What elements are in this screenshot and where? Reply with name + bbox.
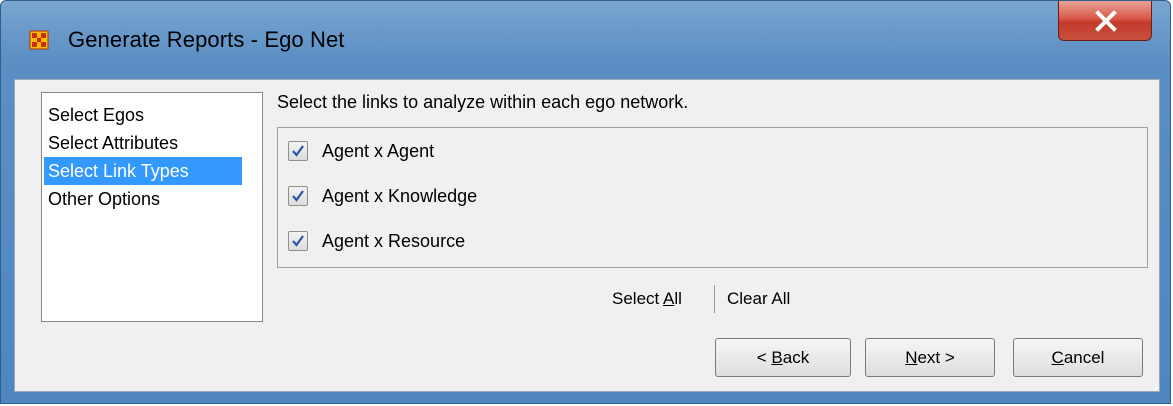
select-all-prefix: Select: [612, 289, 664, 308]
cancel-mnemonic: C: [1051, 348, 1064, 367]
close-icon: [1095, 10, 1117, 32]
back-mnemonic: B: [771, 348, 783, 367]
back-suffix: ack: [782, 348, 810, 367]
link-divider: [714, 285, 715, 313]
title-bar[interactable]: Generate Reports - Ego Net: [1, 1, 1170, 79]
link-option-agent-knowledge[interactable]: Agent x Knowledge: [288, 183, 477, 209]
clear-all-link[interactable]: Clear All: [727, 289, 790, 309]
link-option-label: Agent x Resource: [322, 230, 466, 251]
step-list: Select Egos Select Attributes Select Lin…: [41, 92, 263, 322]
dialog-window: Generate Reports - Ego Net Select Egos S…: [0, 0, 1171, 404]
next-suffix: ext >: [917, 348, 955, 367]
link-types-panel: Agent x Agent Agent x Knowledge Agent x …: [277, 127, 1148, 268]
link-option-agent-resource[interactable]: Agent x Resource: [288, 228, 465, 254]
step-item-select-link-types[interactable]: Select Link Types: [44, 157, 242, 185]
window-title: Generate Reports - Ego Net: [68, 27, 345, 52]
step-item-other-options[interactable]: Other Options: [42, 185, 262, 213]
step-item-select-egos[interactable]: Select Egos: [42, 101, 262, 129]
instruction-text: Select the links to analyze within each …: [277, 92, 689, 112]
next-mnemonic: N: [905, 348, 918, 367]
select-all-mnemonic: A: [663, 289, 675, 308]
step-item-select-attributes[interactable]: Select Attributes: [42, 129, 262, 157]
select-all-suffix: ll: [674, 289, 682, 308]
agent-knowledge-checkbox[interactable]: [288, 186, 308, 206]
close-button[interactable]: [1058, 1, 1152, 41]
checkmark-icon: [292, 145, 304, 157]
agent-agent-checkbox[interactable]: [288, 141, 308, 161]
next-button[interactable]: Next >: [865, 338, 995, 377]
link-option-label: Agent x Knowledge: [322, 185, 478, 206]
select-all-link[interactable]: Select All: [612, 289, 682, 309]
checkmark-icon: [292, 235, 304, 247]
dialog-content: Select Egos Select Attributes Select Lin…: [14, 79, 1160, 392]
back-button[interactable]: < Back: [715, 338, 851, 377]
cancel-button[interactable]: Cancel: [1013, 338, 1143, 377]
grid-app-icon: [29, 30, 49, 50]
agent-resource-checkbox[interactable]: [288, 231, 308, 251]
checkmark-icon: [292, 190, 304, 202]
back-prefix: <: [756, 348, 772, 367]
cancel-suffix: ancel: [1063, 348, 1105, 367]
link-option-label: Agent x Agent: [322, 140, 435, 161]
link-option-agent-agent[interactable]: Agent x Agent: [288, 138, 434, 164]
